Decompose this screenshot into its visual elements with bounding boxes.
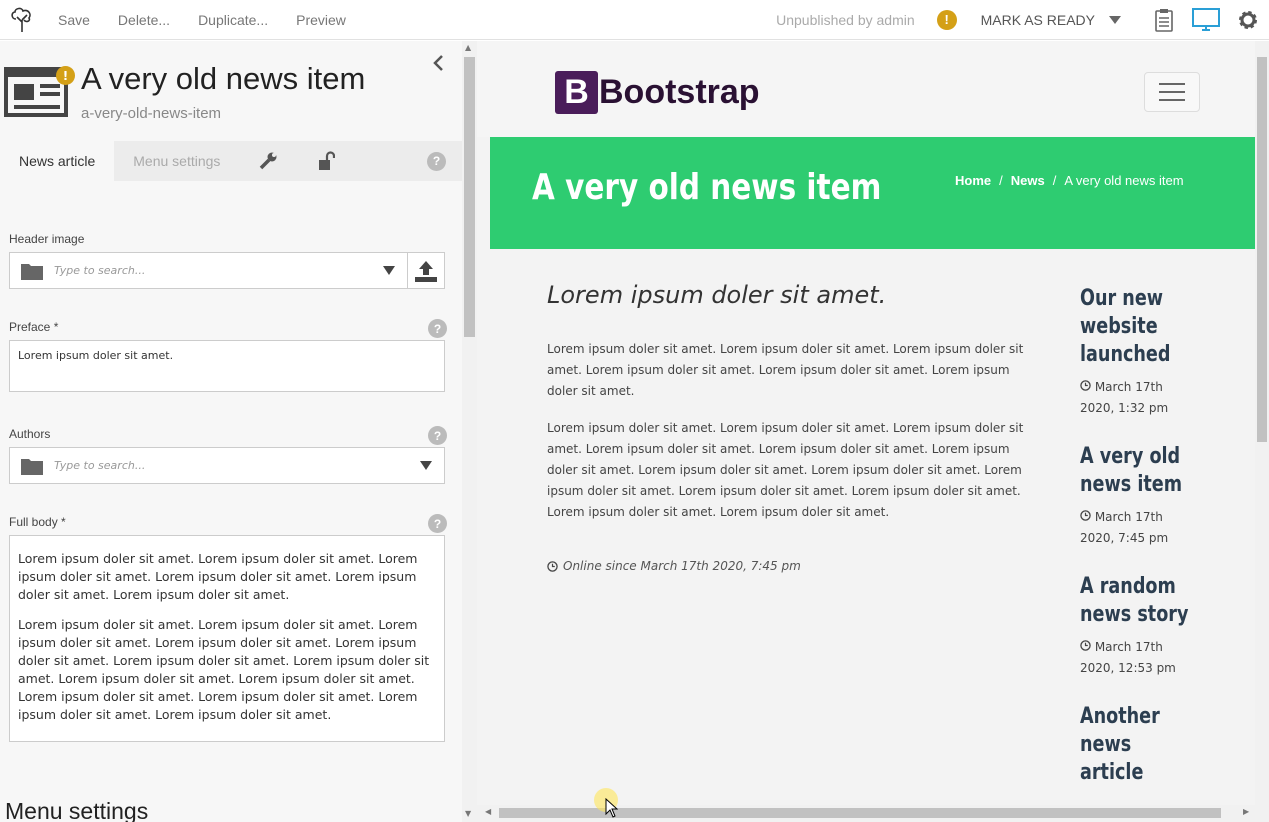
gear-icon[interactable]	[1227, 0, 1269, 40]
news-date: March 17th 2020, 12:53 pm	[1080, 637, 1200, 679]
preview-button[interactable]: Preview	[282, 12, 360, 28]
chevron-down-icon[interactable]	[371, 266, 407, 275]
unlock-icon[interactable]	[297, 141, 355, 181]
desktop-icon[interactable]	[1185, 0, 1227, 40]
news-link[interactable]: A very old news item	[1080, 443, 1200, 499]
chevron-down-icon[interactable]	[408, 461, 444, 470]
breadcrumb: Home / News / A very old news item	[955, 173, 1184, 188]
breadcrumb-separator: /	[999, 173, 1003, 188]
tree-logo-icon[interactable]	[0, 0, 44, 40]
clock-icon	[547, 560, 558, 572]
clock-icon	[1080, 640, 1091, 651]
warning-icon: !	[936, 9, 957, 30]
header-image-picker[interactable]: Type to search...	[9, 252, 445, 289]
scrollbar-thumb[interactable]	[464, 57, 475, 337]
preface-label: Preface *	[9, 320, 59, 334]
scroll-right-icon[interactable]: ▶	[1243, 807, 1249, 816]
list-item: Our new website launched March 17th 2020…	[1080, 285, 1200, 419]
header-image-search[interactable]: Type to search...	[54, 264, 371, 277]
hero-title: A very old news item	[532, 167, 882, 208]
list-item: A random news story March 17th 2020, 12:…	[1080, 573, 1200, 679]
warning-badge-icon: !	[56, 66, 75, 85]
clock-icon	[1080, 380, 1091, 391]
article-paragraph: Lorem ipsum doler sit amet. Lorem ipsum …	[547, 342, 1024, 398]
editor-panel: ! A very old news item a-very-old-news-i…	[0, 41, 462, 822]
online-since: Online since March 17th 2020, 7:45 pm	[547, 559, 1039, 573]
mark-as-ready-label: MARK AS READY	[980, 11, 1095, 28]
list-item: Another news article	[1080, 703, 1200, 787]
breadcrumb-news[interactable]: News	[1011, 173, 1045, 188]
preview-vertical-scrollbar[interactable]	[1255, 41, 1269, 822]
brand-name: Bootstrap	[599, 73, 760, 111]
brand-logo[interactable]: B Bootstrap	[555, 71, 760, 114]
full-body-label: Full body *	[9, 515, 66, 529]
chevron-down-icon	[1109, 15, 1121, 24]
scroll-down-icon[interactable]: ▼	[465, 809, 471, 818]
article-content: Lorem ipsum doler sit amet. Lorem ipsum …	[547, 281, 1039, 573]
breadcrumb-current: A very old news item	[1064, 173, 1184, 188]
news-date-text: March 17th 2020, 1:32 pm	[1080, 380, 1169, 415]
hamburger-bar	[1159, 83, 1185, 85]
article-paragraph: Lorem ipsum doler sit amet. Lorem ipsum …	[547, 421, 1024, 519]
duplicate-button[interactable]: Duplicate...	[184, 12, 282, 28]
wrench-icon[interactable]	[239, 141, 297, 181]
news-link[interactable]: Our new website launched	[1080, 285, 1200, 369]
page-title: A very old news item	[81, 61, 366, 96]
online-since-text: Online since March 17th 2020, 7:45 pm	[563, 559, 801, 573]
top-toolbar: Save Delete... Duplicate... Preview Unpu…	[0, 0, 1269, 40]
save-button[interactable]: Save	[44, 12, 104, 28]
news-link[interactable]: A random news story	[1080, 573, 1200, 629]
hamburger-bar	[1159, 91, 1185, 93]
authors-help-icon[interactable]: ?	[428, 426, 447, 445]
header-image-label: Header image	[9, 232, 85, 246]
news-date: March 17th 2020, 7:45 pm	[1080, 507, 1200, 549]
article-lead: Lorem ipsum doler sit amet.	[547, 281, 887, 309]
scrollbar-thumb[interactable]	[1257, 57, 1267, 442]
scroll-up-icon[interactable]: ▲	[465, 43, 471, 52]
mark-as-ready-dropdown[interactable]: MARK AS READY	[981, 12, 1121, 28]
hamburger-bar	[1159, 99, 1185, 101]
authors-search[interactable]: Type to search...	[54, 459, 408, 472]
clock-icon	[1080, 510, 1091, 521]
editor-tabs: News article Menu settings ?	[0, 141, 462, 181]
tabs-help-icon[interactable]: ?	[427, 151, 446, 171]
editor-header: ! A very old news item a-very-old-news-i…	[0, 41, 462, 141]
mouse-pointer-icon	[605, 798, 618, 818]
news-sidebar: Our new website launched March 17th 2020…	[1080, 285, 1200, 811]
news-date: March 17th 2020, 1:32 pm	[1080, 377, 1200, 419]
news-date-text: March 17th 2020, 7:45 pm	[1080, 510, 1169, 545]
brand-mark: B	[555, 71, 598, 114]
news-link[interactable]: Another news article	[1080, 703, 1200, 787]
site-navbar: B Bootstrap	[477, 41, 1255, 137]
preface-textarea[interactable]: Lorem ipsum doler sit amet.	[9, 340, 445, 392]
clipboard-icon[interactable]	[1143, 0, 1185, 40]
list-item: A very old news item March 17th 2020, 7:…	[1080, 443, 1200, 549]
full-body-paragraph: Lorem ipsum doler sit amet. Lorem ipsum …	[18, 551, 418, 602]
menu-settings-heading: Menu settings	[5, 798, 149, 822]
preview-pane: B Bootstrap A very old news item Home / …	[477, 41, 1269, 822]
menu-toggle-button[interactable]	[1144, 72, 1200, 112]
full-body-help-icon[interactable]: ?	[428, 514, 447, 533]
full-body-paragraph: Lorem ipsum doler sit amet. Lorem ipsum …	[18, 617, 430, 722]
tab-menu-settings[interactable]: Menu settings	[114, 141, 239, 181]
authors-label: Authors	[9, 427, 51, 441]
breadcrumb-home[interactable]: Home	[955, 173, 991, 188]
delete-button[interactable]: Delete...	[104, 12, 184, 28]
news-date-text: March 17th 2020, 12:53 pm	[1080, 640, 1176, 675]
preview-horizontal-scrollbar[interactable]: ◀ ▶	[477, 805, 1255, 822]
editor-scrollbar[interactable]: ▲ ▼	[462, 41, 477, 822]
chevron-left-icon[interactable]	[432, 53, 444, 77]
page-hero: A very old news item Home / News / A ver…	[490, 137, 1255, 249]
scroll-left-icon[interactable]: ◀	[485, 807, 491, 816]
preface-help-icon[interactable]: ?	[428, 319, 447, 338]
breadcrumb-separator: /	[1052, 173, 1057, 188]
folder-icon	[10, 253, 54, 288]
folder-icon	[10, 448, 54, 483]
upload-icon[interactable]	[407, 253, 444, 288]
authors-picker[interactable]: Type to search...	[9, 447, 445, 484]
publish-status: Unpublished by admin	[776, 11, 915, 28]
tab-news-article[interactable]: News article	[0, 141, 115, 181]
page-slug: a-very-old-news-item	[81, 105, 222, 122]
full-body-editor[interactable]: Lorem ipsum doler sit amet. Lorem ipsum …	[9, 535, 445, 742]
